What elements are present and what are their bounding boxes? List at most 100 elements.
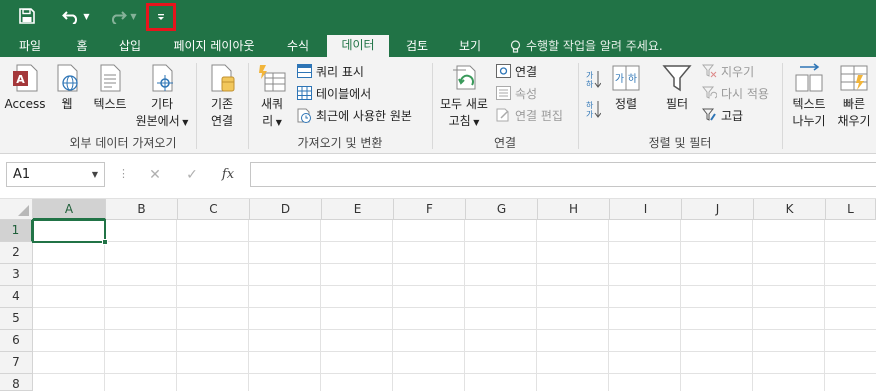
row-header[interactable]: 1 [0, 220, 33, 242]
group-label-connections: 연결 [493, 136, 517, 150]
enter-formula-button[interactable]: ✓ [181, 164, 203, 186]
tab-page-layout[interactable]: 페이지 레이아웃 [160, 36, 268, 57]
fill-handle[interactable] [102, 239, 108, 245]
properties-icon [496, 86, 511, 100]
column-header[interactable]: B [106, 199, 178, 220]
insert-function-button[interactable]: fx [217, 164, 239, 186]
row-header[interactable]: 3 [0, 264, 33, 286]
clear-filter-button[interactable]: 지우기 [702, 61, 754, 81]
filter-button[interactable]: 필터 [656, 63, 698, 113]
refresh-icon [453, 65, 476, 90]
sort-button[interactable]: 가 하 정렬 [608, 63, 644, 113]
column-header[interactable]: K [754, 199, 826, 220]
refresh-all-button[interactable]: 모두 새로 고침 ▼ [435, 63, 493, 131]
tab-file[interactable]: 파일 [8, 36, 52, 57]
tab-view[interactable]: 보기 [446, 36, 494, 57]
access-icon: A [13, 64, 38, 92]
undo-dropdown-icon[interactable]: ▼ [83, 12, 89, 21]
tab-home[interactable]: 홈 [62, 36, 102, 57]
flash-fill-button[interactable]: 빠른 채우기 [832, 63, 876, 130]
row-header[interactable]: 7 [0, 352, 33, 374]
formula-bar-grip-icon[interactable]: ⋮ [118, 167, 129, 180]
tab-formulas[interactable]: 수식 [276, 36, 320, 57]
recent-sources-button[interactable]: 최근에 사용한 원본 [297, 105, 412, 125]
existing-connections-icon [211, 64, 235, 92]
table-icon [297, 64, 312, 78]
svg-text:가: 가 [615, 73, 624, 85]
redo-button[interactable]: ▼ [103, 4, 143, 28]
column-header[interactable]: G [466, 199, 538, 220]
sort-descending-button[interactable]: 하가 [585, 99, 601, 119]
show-queries-button[interactable]: 쿼리 표시 [297, 61, 364, 81]
from-web-button[interactable]: 웹 [50, 63, 84, 113]
from-table-button[interactable]: 테이블에서 [297, 83, 371, 103]
save-button[interactable] [14, 4, 40, 28]
connections-button[interactable]: 연결 [496, 61, 537, 81]
worksheet-grid[interactable] [33, 220, 876, 391]
text-file-icon [100, 64, 121, 92]
tab-review[interactable]: 검토 [395, 36, 439, 57]
svg-text:하: 하 [628, 72, 637, 85]
tab-data[interactable]: 데이터 [327, 35, 389, 57]
column-header[interactable]: I [610, 199, 682, 220]
customize-dropdown-icon [158, 14, 164, 20]
group-separator [578, 63, 579, 149]
new-query-icon [259, 65, 286, 92]
tab-insert[interactable]: 삽입 [108, 36, 152, 57]
save-icon [19, 8, 35, 24]
row-header[interactable]: 2 [0, 242, 33, 264]
tell-me-text: 수행할 작업을 알려 주세요. [526, 39, 663, 53]
advanced-filter-button[interactable]: 고급 [702, 105, 743, 125]
select-all-icon [18, 205, 29, 216]
redo-dropdown-icon[interactable]: ▼ [130, 12, 136, 21]
active-cell[interactable] [32, 219, 108, 245]
from-text-button[interactable]: 텍스트 [88, 63, 132, 113]
table-icon [297, 86, 312, 100]
column-header[interactable]: C [178, 199, 250, 220]
ribbon-data: A Access 웹 텍스트 기타 원본에서 ▼ 기존 연결 외부 데이터 가져… [0, 57, 876, 154]
group-label-sort-filter: 정렬 및 필터 [648, 136, 712, 150]
properties-button[interactable]: 속성 [496, 83, 537, 103]
group-label-get-external: 외부 데이터 가져오기 [69, 136, 177, 150]
formula-bar: A1 ▼ ⋮ ✕ ✓ fx [0, 155, 876, 199]
customize-quick-access-button[interactable] [146, 3, 176, 31]
column-header[interactable]: D [250, 199, 322, 220]
clear-filter-icon [702, 64, 717, 78]
column-header[interactable]: L [826, 199, 876, 220]
tell-me-box[interactable]: 수행할 작업을 알려 주세요. [510, 36, 663, 57]
group-label-get-transform: 가져오기 및 변환 [297, 136, 383, 150]
select-all-button[interactable] [0, 199, 33, 220]
chevron-down-icon[interactable]: ▼ [92, 163, 98, 186]
advanced-filter-icon [702, 108, 716, 121]
edit-links-button[interactable]: 연결 편집 [496, 105, 563, 125]
column-header[interactable]: E [322, 199, 394, 220]
column-header[interactable]: J [682, 199, 754, 220]
svg-text:가: 가 [586, 71, 594, 80]
svg-text:하: 하 [586, 100, 594, 110]
column-header[interactable]: F [394, 199, 466, 220]
from-other-sources-button[interactable]: 기타 원본에서 ▼ [133, 63, 191, 131]
svg-text:가: 가 [586, 110, 594, 119]
lightbulb-icon [510, 39, 521, 53]
from-access-button[interactable]: A Access [4, 63, 46, 113]
row-header[interactable]: 5 [0, 308, 33, 330]
svg-text:하: 하 [586, 79, 594, 89]
text-to-columns-icon [795, 63, 823, 92]
flash-fill-icon [840, 65, 868, 91]
row-header[interactable]: 6 [0, 330, 33, 352]
undo-button[interactable]: ▼ [56, 4, 96, 28]
existing-connections-button[interactable]: 기존 연결 [200, 63, 244, 130]
sort-descending-icon: 하가 [586, 100, 601, 119]
cancel-formula-button[interactable]: ✕ [144, 164, 166, 186]
text-to-columns-button[interactable]: 텍스트 나누기 [786, 63, 832, 130]
column-header[interactable]: A [33, 199, 106, 220]
reapply-button[interactable]: 다시 적용 [702, 83, 769, 103]
row-header[interactable]: 4 [0, 286, 33, 308]
name-box[interactable]: A1 ▼ [6, 162, 105, 187]
sort-ascending-button[interactable]: 가하 [585, 69, 601, 89]
formula-input[interactable] [250, 162, 876, 187]
new-query-button[interactable]: 새쿼 리 ▼ [254, 63, 290, 131]
column-header[interactable]: H [538, 199, 610, 220]
ribbon-tabs: 파일 홈 삽입 페이지 레이아웃 수식 데이터 검토 보기 수행할 작업을 알려… [0, 33, 876, 57]
row-header[interactable]: 8 [0, 374, 33, 391]
